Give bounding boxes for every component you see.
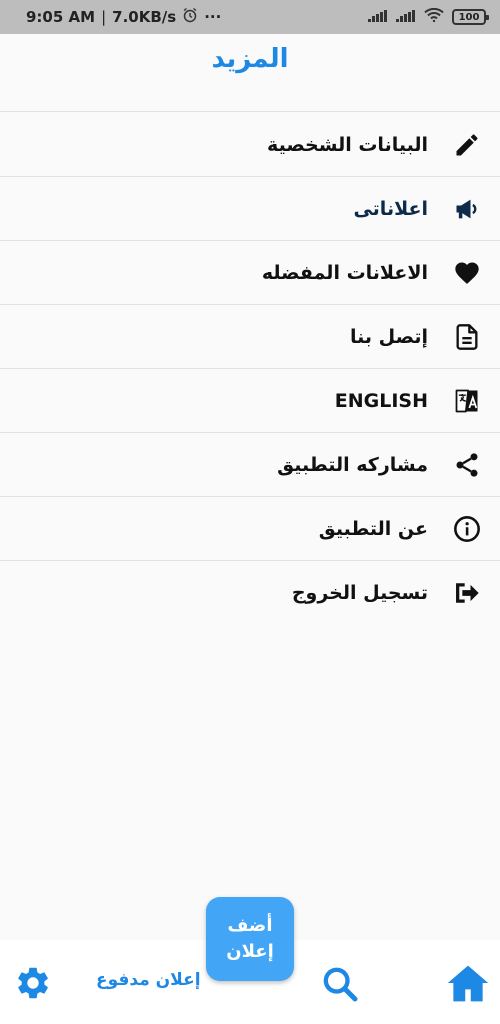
menu-item-label: ENGLISH [334,389,428,412]
home-icon [446,965,490,1008]
search-icon [320,967,360,1008]
menu-item-my-ads[interactable]: اعلاناتى [0,177,500,241]
add-ad-label-line1: أضف [227,915,273,936]
menu-item-about-app[interactable]: عن التطبيق [0,497,500,561]
menu-item-english[interactable]: ENGLISH [0,369,500,433]
signal-icon [368,8,388,26]
gear-icon [14,967,52,1006]
megaphone-icon [452,194,482,224]
home-button[interactable] [446,962,490,1004]
menu-item-favorite-ads[interactable]: الاعلانات المفضله [0,241,500,305]
battery-icon: 100 [452,9,489,25]
status-separator: | [101,8,107,26]
menu-item-label: الاعلانات المفضله [261,261,428,284]
wifi-icon [424,7,444,26]
search-button[interactable] [320,964,360,1004]
status-time: 9:05 AM [26,8,96,26]
app-header: المزيد [0,34,500,112]
menu-item-label: مشاركه التطبيق [277,453,428,476]
share-icon [452,450,482,480]
add-ad-button[interactable]: أضف إعلان [206,897,294,981]
info-icon [452,514,482,544]
status-bar: 9:05 AM | 7.0KB/s ··· 100 [0,0,500,34]
logout-icon [452,578,482,608]
more-notifications-icon: ··· [204,8,222,26]
menu-item-label: عن التطبيق [318,517,428,540]
menu-item-label: البيانات الشخصية [267,133,428,156]
menu-item-personal-data[interactable]: البيانات الشخصية [0,113,500,177]
menu-item-label: اعلاناتى [353,197,428,220]
menu-item-contact-us[interactable]: إتصل بنا [0,305,500,369]
status-right: 100 [368,7,489,26]
settings-button[interactable] [14,964,52,1002]
status-speed: 7.0KB/s [112,8,177,26]
menu-item-label: تسجيل الخروج [291,582,428,604]
paid-ad-button[interactable]: إعلان مدفوع [96,970,201,990]
menu-list: البيانات الشخصية اعلاناتى الاعلانات المف… [0,113,500,625]
alarm-icon [182,7,198,27]
heart-icon [452,258,482,288]
menu-item-logout[interactable]: تسجيل الخروج [0,561,500,625]
pencil-icon [452,130,482,160]
add-ad-label-line2: إعلان [226,941,274,962]
signal-icon-2 [396,8,416,26]
status-left: 9:05 AM | 7.0KB/s ··· [26,7,221,27]
document-icon [452,322,482,352]
translate-icon [452,386,482,416]
menu-item-label: إتصل بنا [350,325,428,348]
menu-item-share-app[interactable]: مشاركه التطبيق [0,433,500,497]
page-title: المزيد [211,44,289,74]
